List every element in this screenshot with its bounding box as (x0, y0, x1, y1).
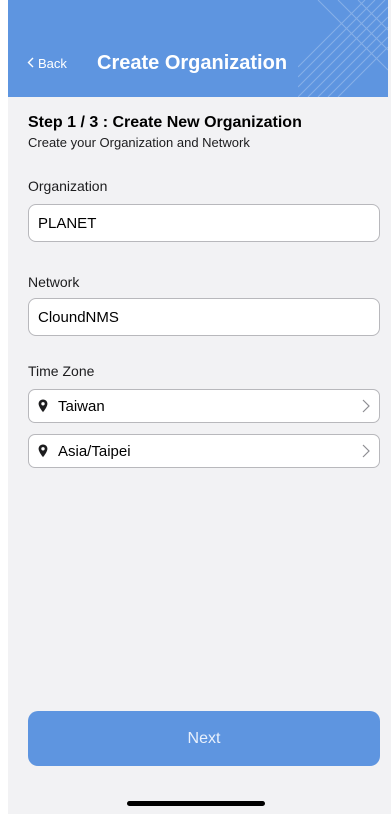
chevron-right-icon (362, 444, 370, 458)
time-zone-zone-select[interactable]: Asia/Taipei (28, 434, 380, 468)
create-organization-screen: Back Create Organization Step 1 / 3 : Cr… (8, 0, 388, 814)
back-button[interactable]: Back (27, 56, 67, 71)
organization-label: Organization (28, 178, 108, 194)
network-field[interactable]: CloundNMS (28, 298, 380, 336)
location-pin-icon (38, 399, 48, 413)
chevron-right-icon (362, 399, 370, 413)
next-button[interactable]: Next (28, 711, 380, 766)
time-zone-region-select[interactable]: Taiwan (28, 389, 380, 423)
network-label: Network (28, 274, 80, 290)
header-pattern (298, 0, 388, 97)
nav-header: Back Create Organization (8, 0, 388, 97)
location-pin-icon (38, 444, 48, 458)
step-subtitle: Create your Organization and Network (28, 135, 250, 150)
back-label: Back (38, 56, 67, 71)
network-value: CloundNMS (38, 308, 119, 326)
left-edge-strip (0, 0, 8, 814)
time-zone-region-value: Taiwan (58, 397, 105, 415)
time-zone-label: Time Zone (28, 363, 95, 379)
step-heading: Step 1 / 3 : Create New Organization (28, 114, 302, 131)
page-title: Create Organization (97, 52, 288, 74)
organization-field[interactable]: PLANET (28, 204, 380, 242)
chevron-left-icon (27, 56, 34, 71)
home-indicator (127, 801, 265, 806)
organization-value: PLANET (38, 214, 97, 232)
time-zone-zone-value: Asia/Taipei (58, 442, 131, 460)
